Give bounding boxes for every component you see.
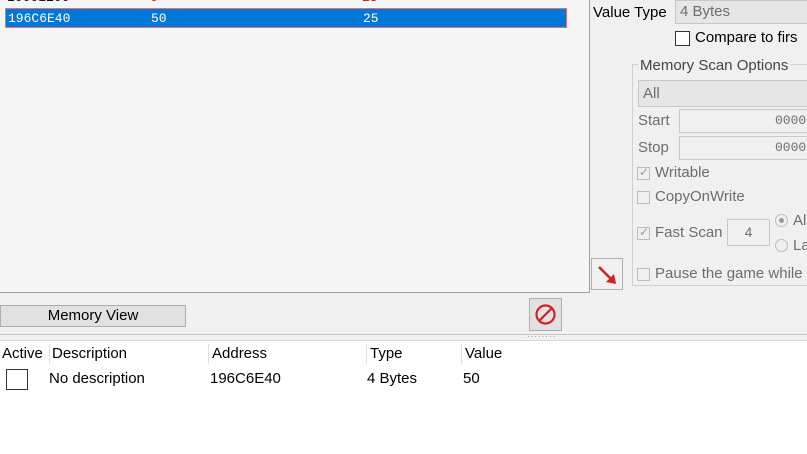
memory-scan-options-label: Memory Scan Options xyxy=(638,57,791,74)
memory-view-button[interactable]: Memory View xyxy=(0,305,186,327)
pause-game-checkbox[interactable] xyxy=(637,268,650,281)
result-previous: 25 xyxy=(362,0,378,8)
memory-region-select[interactable]: All xyxy=(638,80,807,107)
result-value: 50 xyxy=(151,11,167,26)
column-header-description[interactable]: Description xyxy=(52,345,127,362)
stop-address-input[interactable]: 00007 xyxy=(679,136,807,160)
value-type-select[interactable]: 4 Bytes xyxy=(675,0,807,24)
fast-scan-label: Fast Scan xyxy=(655,224,723,241)
scan-result-row-selected[interactable]: 196C6E40 50 25 xyxy=(5,8,567,28)
entry-description[interactable]: No description xyxy=(49,370,145,387)
scan-results-list[interactable]: 10001E00 0 25 196C6E40 50 25 xyxy=(0,0,590,293)
result-address: 10001E00 xyxy=(7,0,69,8)
compare-first-checkbox[interactable] xyxy=(675,31,690,46)
result-address: 196C6E40 xyxy=(8,11,71,26)
pause-game-label: Pause the game while xyxy=(655,265,803,282)
last-digits-radio[interactable] xyxy=(775,239,788,252)
compare-first-label: Compare to firs xyxy=(695,29,798,46)
alignment-radio[interactable] xyxy=(775,214,788,227)
red-arrow-icon xyxy=(598,266,616,284)
column-header-type[interactable]: Type xyxy=(370,345,403,362)
column-header-address[interactable]: Address xyxy=(212,345,267,362)
address-list-table[interactable]: Active Description Address Type Value No… xyxy=(0,340,807,454)
column-header-active[interactable]: Active xyxy=(2,345,43,362)
writable-checkbox[interactable] xyxy=(637,165,650,180)
entry-address[interactable]: 196C6E40 xyxy=(210,370,281,387)
value-type-label: Value Type xyxy=(593,4,667,21)
column-header-value[interactable]: Value xyxy=(465,345,502,362)
no-entry-icon xyxy=(535,304,556,325)
last-digits-radio-label: La xyxy=(793,237,807,254)
active-checkbox[interactable] xyxy=(6,369,28,390)
start-address-input[interactable]: 00000 xyxy=(679,109,807,133)
copy-on-write-label: CopyOnWrite xyxy=(655,188,745,205)
writable-label: Writable xyxy=(655,164,710,181)
scan-options-panel: Value Type 4 Bytes Compare to firs Memor… xyxy=(590,0,807,292)
result-value: 0 xyxy=(150,0,158,8)
fast-scan-checkbox[interactable] xyxy=(637,225,650,240)
scan-result-row[interactable]: 10001E00 0 25 xyxy=(5,0,567,8)
stop-label: Stop xyxy=(638,139,669,156)
alignment-radio-label: Al xyxy=(793,212,807,229)
entry-type[interactable]: 4 Bytes xyxy=(367,370,417,387)
entry-value[interactable]: 50 xyxy=(463,370,480,387)
start-label: Start xyxy=(638,112,670,129)
fast-scan-alignment-input[interactable]: 4 xyxy=(727,219,770,246)
result-previous: 25 xyxy=(363,11,379,26)
add-to-address-list-button[interactable] xyxy=(591,258,623,290)
copy-on-write-checkbox[interactable] xyxy=(637,191,650,204)
clear-list-button[interactable] xyxy=(529,298,562,331)
